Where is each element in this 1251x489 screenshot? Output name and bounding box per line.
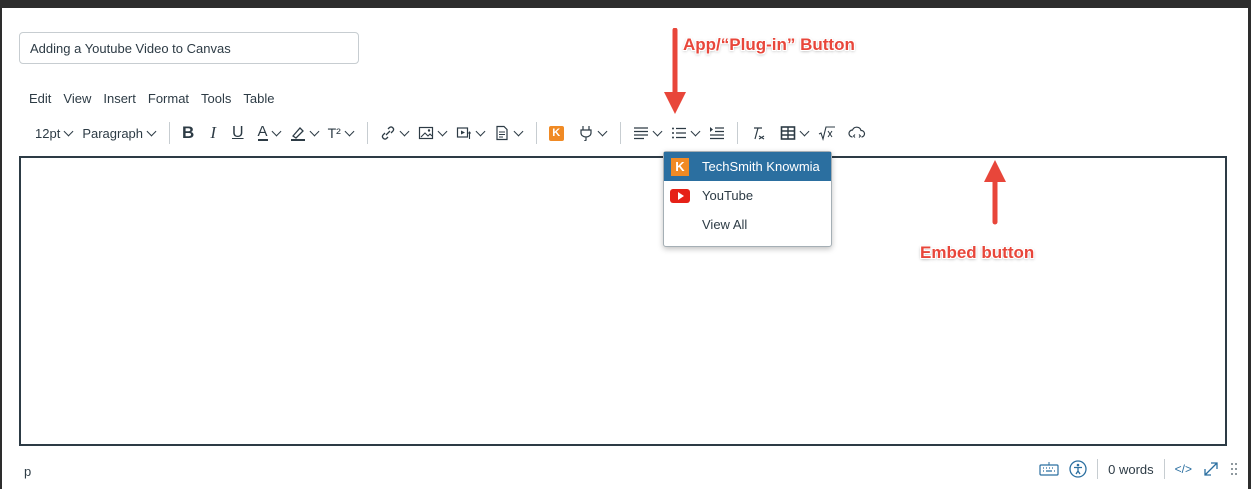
editor-toolbar: 12pt Paragraph B I U A T² K <box>31 120 870 146</box>
image-button[interactable] <box>414 120 452 146</box>
apps-dropdown-menu: K TechSmith Knowmia YouTube View All <box>663 151 832 247</box>
image-icon <box>418 126 433 140</box>
toolbar-divider <box>535 122 537 144</box>
menu-item-label: TechSmith Knowmia <box>702 159 820 174</box>
align-left-icon <box>633 127 648 140</box>
knowmia-button[interactable]: K <box>545 120 568 146</box>
html-editor-toggle[interactable]: </> <box>1175 462 1192 476</box>
menu-item-techsmith-knowmia[interactable]: K TechSmith Knowmia <box>664 152 831 181</box>
text-color-button[interactable]: A <box>254 120 286 146</box>
knowmia-icon: K <box>548 125 564 141</box>
menu-item-youtube[interactable]: YouTube <box>664 181 831 210</box>
indent-icon <box>709 127 724 140</box>
equation-button[interactable] <box>814 120 840 146</box>
fullscreen-icon[interactable] <box>1202 460 1220 478</box>
menu-item-label: YouTube <box>702 188 754 203</box>
toolbar-divider <box>619 122 621 144</box>
plug-icon <box>580 126 592 141</box>
chevron-down-icon <box>399 126 410 136</box>
chevron-down-icon <box>63 126 74 136</box>
toolbar-divider <box>366 122 368 144</box>
table-button[interactable] <box>776 120 814 146</box>
resize-handle-icon[interactable] <box>1230 461 1238 477</box>
menu-tools[interactable]: Tools <box>201 91 231 106</box>
annotation-app-button-label: App/“Plug-in” Button <box>683 35 855 54</box>
clear-formatting-icon <box>753 127 765 140</box>
chevron-down-icon <box>344 126 355 136</box>
annotation-up-arrow-icon <box>984 160 1006 225</box>
word-count: 0 words <box>1108 461 1154 477</box>
annotation-embed-button-label: Embed button <box>920 243 1035 262</box>
annotation-down-arrow-icon <box>664 28 686 114</box>
chevron-down-icon <box>146 126 157 136</box>
menubar: Edit View Insert Format Tools Table <box>29 91 274 106</box>
chevron-down-icon <box>597 126 608 136</box>
chevron-down-icon <box>690 126 701 136</box>
menu-item-spacer <box>670 216 690 234</box>
document-icon <box>496 125 508 141</box>
document-button[interactable] <box>490 120 528 146</box>
superscript-button[interactable]: T² <box>324 120 359 146</box>
underline-icon: U <box>231 124 244 141</box>
table-icon <box>780 126 796 140</box>
chevron-down-icon <box>513 126 524 136</box>
accessibility-icon[interactable] <box>1069 460 1087 478</box>
font-size-button[interactable]: 12pt <box>31 120 78 146</box>
status-bar: p 0 words </> <box>2 453 1248 489</box>
status-divider <box>1097 459 1099 479</box>
status-bar-controls: 0 words </> <box>1039 459 1238 479</box>
list-button[interactable] <box>667 120 705 146</box>
bold-icon: B <box>182 123 195 142</box>
italic-button[interactable]: I <box>206 120 220 146</box>
chevron-down-icon <box>799 126 810 136</box>
menu-item-label: View All <box>702 217 748 232</box>
block-format-value: Paragraph <box>82 125 144 141</box>
status-divider <box>1163 459 1165 479</box>
menu-view[interactable]: View <box>63 91 91 106</box>
underline-button[interactable]: U <box>228 120 248 146</box>
bold-button[interactable]: B <box>178 120 198 146</box>
chevron-down-icon <box>437 126 448 136</box>
menu-insert[interactable]: Insert <box>103 91 136 106</box>
youtube-logo-wrapper <box>670 187 690 205</box>
font-size-value: 12pt <box>35 125 61 141</box>
clear-formatting-button[interactable] <box>746 120 770 146</box>
menu-item-view-all[interactable]: View All <box>664 210 831 239</box>
editor-page: Edit View Insert Format Tools Table 12pt… <box>2 8 1248 489</box>
apps-plugin-button[interactable] <box>574 120 612 146</box>
media-icon <box>456 127 471 139</box>
chevron-down-icon <box>652 126 663 136</box>
bullet-list-icon <box>671 127 686 139</box>
knowmia-logo-icon: K <box>671 157 689 176</box>
link-icon <box>381 126 394 140</box>
toolbar-divider <box>736 122 738 144</box>
chevron-down-icon <box>309 126 320 136</box>
align-button[interactable] <box>629 120 667 146</box>
chevron-down-icon <box>475 126 486 136</box>
menu-table[interactable]: Table <box>243 91 274 106</box>
text-color-icon: A <box>257 123 268 141</box>
rich-content-editor[interactable] <box>19 156 1227 446</box>
knowmia-logo-wrapper: K <box>670 157 690 176</box>
highlighter-icon <box>290 127 305 141</box>
highlight-color-button[interactable] <box>286 120 324 146</box>
square-root-icon <box>818 126 835 141</box>
menu-format[interactable]: Format <box>148 91 189 106</box>
page-title-input[interactable] <box>19 32 359 64</box>
block-format-button[interactable]: Paragraph <box>78 120 161 146</box>
indent-button[interactable] <box>705 120 729 146</box>
link-button[interactable] <box>376 120 414 146</box>
element-path[interactable]: p <box>24 464 31 479</box>
embed-button[interactable] <box>844 120 870 146</box>
chevron-down-icon <box>271 126 282 136</box>
superscript-icon: T² <box>327 125 341 141</box>
cloud-embed-icon <box>848 126 865 138</box>
keyboard-icon[interactable] <box>1039 461 1059 477</box>
media-button[interactable] <box>452 120 490 146</box>
menu-edit[interactable]: Edit <box>29 91 51 106</box>
italic-icon: I <box>210 123 216 142</box>
toolbar-divider <box>169 122 171 144</box>
youtube-icon <box>670 188 690 203</box>
